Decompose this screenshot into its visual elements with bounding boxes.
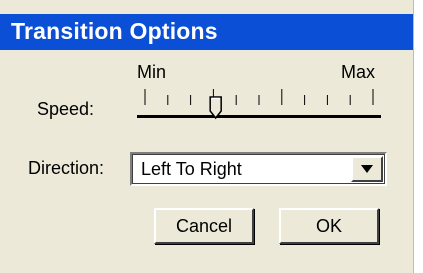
ok-button[interactable]: OK (279, 208, 379, 244)
slider-ticks (144, 89, 374, 105)
speed-label: Speed: (37, 99, 95, 119)
dialog-title: Transition Options (11, 18, 218, 44)
direction-select-value: Left To Right (141, 159, 242, 179)
speed-slider-graphic (137, 89, 381, 120)
cancel-button[interactable]: Cancel (154, 208, 254, 244)
direction-dropdown-button[interactable] (351, 156, 383, 182)
slider-track (137, 115, 381, 118)
slider-thumb[interactable] (209, 96, 222, 120)
direction-select[interactable]: Left To Right (130, 152, 387, 186)
speed-slider[interactable] (137, 78, 381, 132)
title-bar: Transition Options (0, 14, 413, 50)
transition-options-dialog: Transition Options Min Max Speed: Direct… (0, 0, 414, 273)
direction-label: Direction: (28, 158, 105, 178)
triangle-down-icon (361, 165, 373, 173)
